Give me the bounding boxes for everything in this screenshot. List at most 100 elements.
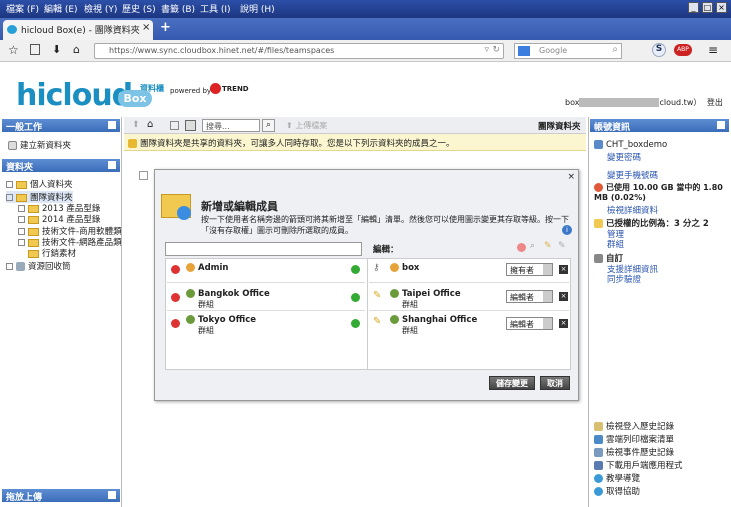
change-password-link[interactable]: 變更密碼 [607,151,641,163]
abp-icon[interactable]: ABP [674,44,692,56]
member-type: 群組 [198,326,214,335]
tutorial-icon [594,474,603,483]
magnifier-icon[interactable]: ⌕ [612,44,618,55]
remove-icon[interactable]: × [559,292,568,301]
member-name: Admin [198,263,229,273]
collapse-icon[interactable] [108,161,116,169]
remove-member-icon[interactable] [171,265,180,274]
menu-bar: 檔案 (F) 編輯 (E) 檢視 (Y) 歷史 (S) 書籤 (B) 工具 (I… [0,0,731,18]
member-type: 群組 [402,300,418,309]
reload-icon[interactable]: ↻ [492,45,500,55]
tab-close-icon[interactable]: × [142,22,150,33]
member-search-input[interactable] [165,242,362,256]
home-folder-icon[interactable]: ⌂ [147,119,153,130]
menu-tools[interactable]: 工具 (I) [200,2,231,15]
no-access-icon[interactable] [517,243,526,252]
expand-icon[interactable] [18,239,25,246]
editor-icon[interactable]: ✎ [544,241,552,251]
up-arrow-icon[interactable]: ⬆ [132,120,140,130]
tree-label: 2014 產品型錄 [42,215,101,225]
save-changes-button[interactable]: 儲存變更 [489,376,535,390]
history-icon [594,422,603,431]
remove-icon[interactable]: × [559,265,568,274]
print-list-link[interactable]: 雲端列印檔案清單 [594,433,674,445]
expand-icon[interactable] [18,228,25,235]
help-link[interactable]: 取得協助 [594,485,640,497]
tree-item-2014[interactable]: 2014 產品型錄 [18,213,100,225]
skype-icon[interactable]: S [652,43,666,57]
trash-icon [16,262,25,271]
menu-help[interactable]: 說明 (H) [240,2,275,15]
folder-search-input[interactable]: 搜尋... [202,119,260,132]
web-search-input[interactable]: Google ⌕ [514,43,622,59]
remove-member-icon[interactable] [171,293,180,302]
home-icon[interactable]: ⌂ [73,43,80,56]
tree-item-personal[interactable]: 個人資料夾 [6,178,73,190]
user-suffix: cloud.tw） [659,98,702,107]
role-select[interactable]: 擁有者 [506,263,553,276]
tree-item-marketing[interactable]: 行銷素材 [28,247,76,259]
event-history-link[interactable]: 檢視事件歷史記錄 [594,446,674,458]
user-icon [390,263,399,272]
dialog-close-icon[interactable]: × [567,172,575,182]
new-folder-button[interactable]: 建立新資料夾 [8,139,71,151]
usage-detail-link[interactable]: 檢視詳細資料 [607,204,658,216]
menu-file[interactable]: 檔案 (F) [6,2,39,15]
download-icon[interactable]: ⬇ [52,43,61,56]
cancel-button[interactable]: 取消 [540,376,570,390]
list-view-icon[interactable] [170,121,179,130]
collapse-tree-icon[interactable] [6,194,13,201]
logout-link[interactable]: 登出 [707,98,723,107]
role-select[interactable]: 編輯者 [506,290,553,303]
collapse-icon[interactable] [717,121,725,129]
url-input[interactable]: https://www.sync.cloudbox.hinet.net/#/fi… [94,43,504,59]
expand-icon[interactable] [18,216,25,223]
viewer-icon[interactable]: ⌕ [530,241,535,251]
download-client-link[interactable]: 下載用戶端應用程式 [594,459,683,471]
search-button-icon[interactable]: ⌕ [262,119,275,132]
event-icon [594,448,603,457]
menu-view[interactable]: 檢視 (Y) [84,2,117,15]
bookmark-star-icon[interactable]: ☆ [8,43,19,57]
expand-icon[interactable] [6,181,13,188]
collapse-icon[interactable] [108,491,116,499]
hamburger-menu-icon[interactable]: ≡ [708,43,718,57]
role-select[interactable]: 編輯者 [506,317,553,330]
search-engine-icon[interactable] [518,46,530,56]
expand-icon[interactable] [6,263,13,270]
tree-item-trash[interactable]: 資源回收筒 [6,260,71,272]
new-tab-icon[interactable]: + [160,20,171,35]
collapse-icon[interactable] [108,121,116,129]
login-history-link[interactable]: 檢視登入歷史記錄 [594,420,674,432]
uploader-icon[interactable]: ✎ [558,241,566,251]
group-icon [390,315,399,324]
change-phone-link[interactable]: 變更手機號碼 [607,169,658,181]
add-arrow-icon[interactable] [351,265,360,274]
info-icon[interactable]: i [562,225,572,235]
menu-history[interactable]: 歷史 (S) [122,2,156,15]
menu-edit[interactable]: 編輯 (E) [44,2,78,15]
new-folder-icon [8,141,17,150]
folder-icon [28,249,39,258]
expand-icon[interactable] [18,205,25,212]
clipboard-icon[interactable] [30,44,40,55]
member-name: Shanghai Office [402,315,478,325]
dropdown-icon[interactable]: ▿ [484,45,489,55]
help-icon [594,487,603,496]
menu-bookmarks[interactable]: 書籤 (B) [161,2,195,15]
minimize-button[interactable]: _ [688,2,699,13]
tutorial-link[interactable]: 教學導覽 [594,472,640,484]
add-arrow-icon[interactable] [351,293,360,302]
work-panel-header: 一般工作 [2,119,120,133]
checkbox[interactable] [139,171,148,180]
upload-button[interactable]: ⬆ 上傳檔案 [286,120,327,131]
remove-icon[interactable]: × [559,319,568,328]
sync-link[interactable]: 同步驗證 [607,273,641,285]
browser-tab[interactable]: hicloud Box(e) - 團隊資料夾 × [3,20,153,40]
grid-view-icon[interactable] [185,120,196,131]
group-link[interactable]: 群組 [607,238,624,250]
add-arrow-icon[interactable] [351,319,360,328]
close-window-button[interactable]: × [716,2,727,13]
maximize-button[interactable]: □ [702,2,713,13]
remove-member-icon[interactable] [171,319,180,328]
